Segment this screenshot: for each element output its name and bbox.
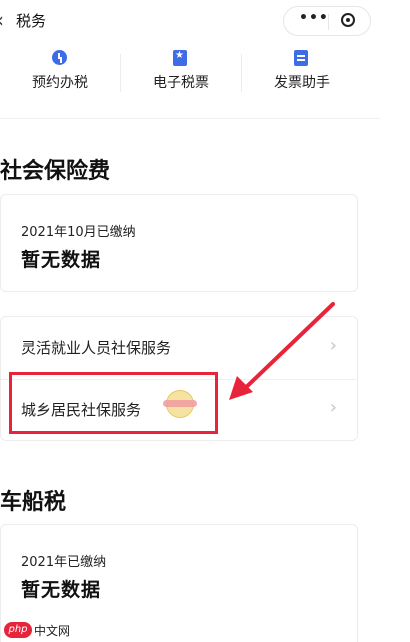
payment-status: 2021年10月已缴纳: [21, 225, 136, 240]
watermark: php 中文网: [4, 620, 94, 640]
top-bar: ‹ 税务 •••: [0, 0, 380, 42]
arrow-head-icon: [229, 376, 253, 400]
shortcut-label: 发票助手: [274, 75, 330, 91]
annotation-arrow: [229, 302, 335, 400]
shortcut-label: 预约办税: [32, 75, 88, 91]
mini-program-capsule: •••: [283, 6, 371, 36]
invoice-icon: [294, 50, 308, 66]
shortcut-appointment[interactable]: 预约办税: [0, 46, 120, 96]
payment-value: 暂无数据: [21, 579, 102, 601]
arrow-shaft: [237, 302, 335, 396]
close-target-icon[interactable]: [341, 13, 355, 27]
list-item-label: 灵活就业人员社保服务: [21, 339, 172, 357]
section-title-social-insurance: 社会保险费: [0, 159, 111, 184]
clock-icon: [52, 50, 67, 65]
page-title: 税务: [16, 12, 47, 30]
payment-status: 2021年已缴纳: [21, 555, 107, 570]
shortcut-invoice-assistant[interactable]: 发票助手: [242, 46, 362, 96]
payment-value: 暂无数据: [21, 249, 102, 271]
social-insurance-card[interactable]: 2021年10月已缴纳 暂无数据: [0, 194, 358, 292]
shortcut-e-tax-ticket[interactable]: 电子税票: [121, 46, 241, 96]
more-icon[interactable]: •••: [299, 10, 329, 26]
divider: [0, 118, 380, 119]
star-ticket-icon: [173, 50, 187, 66]
watermark-badge: php: [4, 622, 32, 638]
back-icon[interactable]: ‹: [0, 8, 4, 32]
watermark-text: 中文网: [34, 624, 71, 638]
shortcut-label: 电子税票: [153, 75, 209, 91]
emoji-sticker-icon: [163, 390, 197, 418]
shortcut-row: 预约办税 电子税票 发票助手: [0, 46, 380, 96]
section-title-vehicle-tax: 车船税: [0, 490, 67, 515]
capsule-divider: [328, 14, 329, 30]
